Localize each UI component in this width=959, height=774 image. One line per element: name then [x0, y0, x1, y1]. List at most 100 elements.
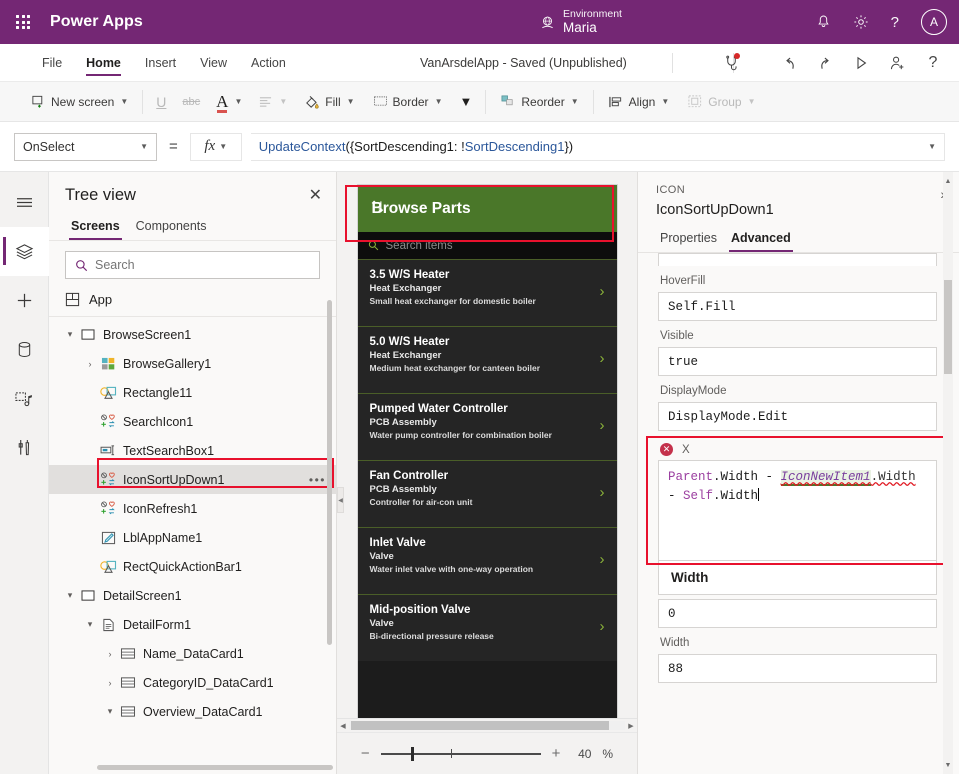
zoom-slider[interactable]: [381, 753, 541, 755]
canvas-horizontal-scrollbar[interactable]: ◀ ▶: [337, 718, 637, 732]
underline-button[interactable]: U: [148, 87, 174, 117]
tab-properties[interactable]: Properties: [656, 228, 721, 252]
row-more-options-icon[interactable]: •••: [309, 473, 326, 487]
tree-row-iconrefresh1[interactable]: IconRefresh1: [49, 494, 336, 523]
ribbon-overflow-button[interactable]: ▼: [451, 87, 480, 117]
environment-selector[interactable]: Environment Maria: [540, 0, 622, 44]
chevron-right-icon[interactable]: ›: [600, 551, 605, 568]
fill-button[interactable]: Fill ▼: [295, 87, 363, 117]
chevron-down-icon[interactable]: ▾: [83, 619, 97, 630]
chevron-right-icon[interactable]: ›: [83, 359, 97, 369]
avatar[interactable]: A: [921, 9, 947, 35]
canvas-left-grip[interactable]: ◀: [337, 487, 344, 513]
property-value-input[interactable]: Self.Fill: [658, 292, 937, 321]
sort-updown-icon[interactable]: [370, 199, 385, 214]
tree-row-overview-datacard1[interactable]: ▾ Overview_DataCard1: [49, 697, 336, 726]
tree-view-icon[interactable]: [0, 227, 49, 276]
tree-search-box[interactable]: [65, 251, 320, 279]
gallery-item[interactable]: Inlet Valve Valve Water inlet valve with…: [358, 527, 617, 594]
zoom-in-button[interactable]: +: [552, 745, 561, 762]
tree-row-name-datacard1[interactable]: › Name_DataCard1: [49, 639, 336, 668]
tree-row-lblappname1[interactable]: LblAppName1: [49, 523, 336, 552]
intellisense-suggestion[interactable]: Width: [658, 560, 937, 595]
strikethrough-button[interactable]: abc: [174, 87, 208, 117]
chevron-right-icon[interactable]: ›: [600, 283, 605, 300]
chevron-down-icon[interactable]: ▾: [63, 590, 77, 601]
help-icon[interactable]: ?: [915, 44, 951, 82]
app-preview[interactable]: Browse Parts Search items 3.5 W/S Heater: [358, 185, 617, 718]
property-value-input[interactable]: DisplayMode.Edit: [658, 402, 937, 431]
gallery-item[interactable]: Fan Controller PCB Assembly Controller f…: [358, 460, 617, 527]
preview-play-icon[interactable]: [843, 44, 879, 82]
menu-item-file[interactable]: File: [30, 44, 74, 81]
property-value-input[interactable]: 0: [658, 599, 937, 628]
help-question-icon[interactable]: ?: [891, 15, 899, 30]
tree-row-detailscreen1[interactable]: ▾ DetailScreen1: [49, 581, 336, 610]
chevron-right-icon[interactable]: ›: [600, 618, 605, 635]
chevron-down-icon[interactable]: ▾: [103, 706, 117, 717]
app-title-bar[interactable]: Browse Parts: [358, 185, 617, 232]
undo-icon[interactable]: [771, 44, 807, 82]
tree-row-browsegallery1[interactable]: › BrowseGallery1: [49, 349, 336, 378]
tree-item-app[interactable]: App: [49, 287, 336, 317]
chevron-right-icon[interactable]: ›: [600, 484, 605, 501]
scroll-thumb[interactable]: [351, 721, 609, 730]
redo-icon[interactable]: [807, 44, 843, 82]
tree-row-categoryid-datacard1[interactable]: › CategoryID_DataCard1: [49, 668, 336, 697]
app-checker-icon[interactable]: [713, 44, 749, 82]
zoom-out-button[interactable]: −: [361, 745, 370, 762]
tree-row-rectangle11[interactable]: Rectangle11: [49, 378, 336, 407]
scroll-thumb[interactable]: [944, 280, 952, 374]
tree-row-rectquickactionbar1[interactable]: RectQuickActionBar1: [49, 552, 336, 581]
text-align-button[interactable]: ▼: [250, 87, 295, 117]
insert-icon[interactable]: [0, 276, 49, 325]
tree-row-textsearchbox1[interactable]: TextSearchBox1: [49, 436, 336, 465]
hamburger-icon[interactable]: [0, 178, 49, 227]
chevron-down-icon[interactable]: ▾: [63, 329, 77, 340]
chevron-down-icon[interactable]: ▼: [928, 142, 936, 151]
tree-row-detailform1[interactable]: ▾ DetailForm1: [49, 610, 336, 639]
waffle-menu-icon[interactable]: [0, 15, 46, 29]
scroll-track[interactable]: [349, 721, 625, 730]
group-button[interactable]: Group ▼: [678, 87, 764, 117]
border-button[interactable]: Border ▼: [364, 87, 452, 117]
notifications-bell-icon[interactable]: [816, 14, 831, 30]
share-user-icon[interactable]: [879, 44, 915, 82]
align-button[interactable]: Align ▼: [599, 87, 679, 117]
chevron-right-icon[interactable]: ›: [600, 417, 605, 434]
chevron-right-icon[interactable]: ›: [103, 678, 117, 688]
tree-row-browsescreen1[interactable]: ▾ BrowseScreen1: [49, 320, 336, 349]
property-formula-editor[interactable]: Parent.Width - IconNewItem1.Width - Self…: [658, 460, 937, 561]
close-icon[interactable]: ✕: [309, 188, 322, 204]
scroll-left-icon[interactable]: ◀: [337, 722, 349, 730]
property-value-input[interactable]: 88: [658, 654, 937, 683]
property-value-input[interactable]: true: [658, 347, 937, 376]
menu-item-insert[interactable]: Insert: [133, 44, 188, 81]
tab-screens[interactable]: Screens: [65, 215, 126, 240]
gallery-item[interactable]: Mid-position Valve Valve Bi-directional …: [358, 594, 617, 661]
settings-gear-icon[interactable]: [853, 14, 869, 30]
reorder-button[interactable]: Reorder ▼: [491, 87, 587, 117]
tree-vertical-scrollbar[interactable]: [327, 300, 332, 645]
menu-item-view[interactable]: View: [188, 44, 239, 81]
media-icon[interactable]: [0, 374, 49, 423]
gallery-item[interactable]: 3.5 W/S Heater Heat Exchanger Small heat…: [358, 259, 617, 326]
new-screen-button[interactable]: New screen ▼: [22, 87, 137, 117]
tab-components[interactable]: Components: [130, 215, 213, 240]
gallery-item[interactable]: Pumped Water Controller PCB Assembly Wat…: [358, 393, 617, 460]
gallery-item[interactable]: 5.0 W/S Heater Heat Exchanger Medium hea…: [358, 326, 617, 393]
property-select[interactable]: OnSelect ▼: [14, 133, 157, 161]
brand-title[interactable]: Power Apps: [50, 13, 143, 31]
tab-advanced[interactable]: Advanced: [727, 228, 795, 252]
app-search-box[interactable]: Search items: [358, 232, 617, 259]
scroll-right-icon[interactable]: ▶: [625, 722, 637, 730]
menu-item-home[interactable]: Home: [74, 44, 133, 81]
scroll-down-icon[interactable]: ▼: [943, 758, 953, 772]
chevron-right-icon[interactable]: ›: [103, 649, 117, 659]
font-color-button[interactable]: A ▼: [208, 87, 250, 117]
scroll-up-icon[interactable]: ▲: [943, 174, 953, 188]
tree-horizontal-scrollbar[interactable]: [97, 765, 333, 770]
chevron-right-icon[interactable]: ›: [600, 350, 605, 367]
menu-item-action[interactable]: Action: [239, 44, 298, 81]
advanced-tools-icon[interactable]: [0, 423, 49, 472]
